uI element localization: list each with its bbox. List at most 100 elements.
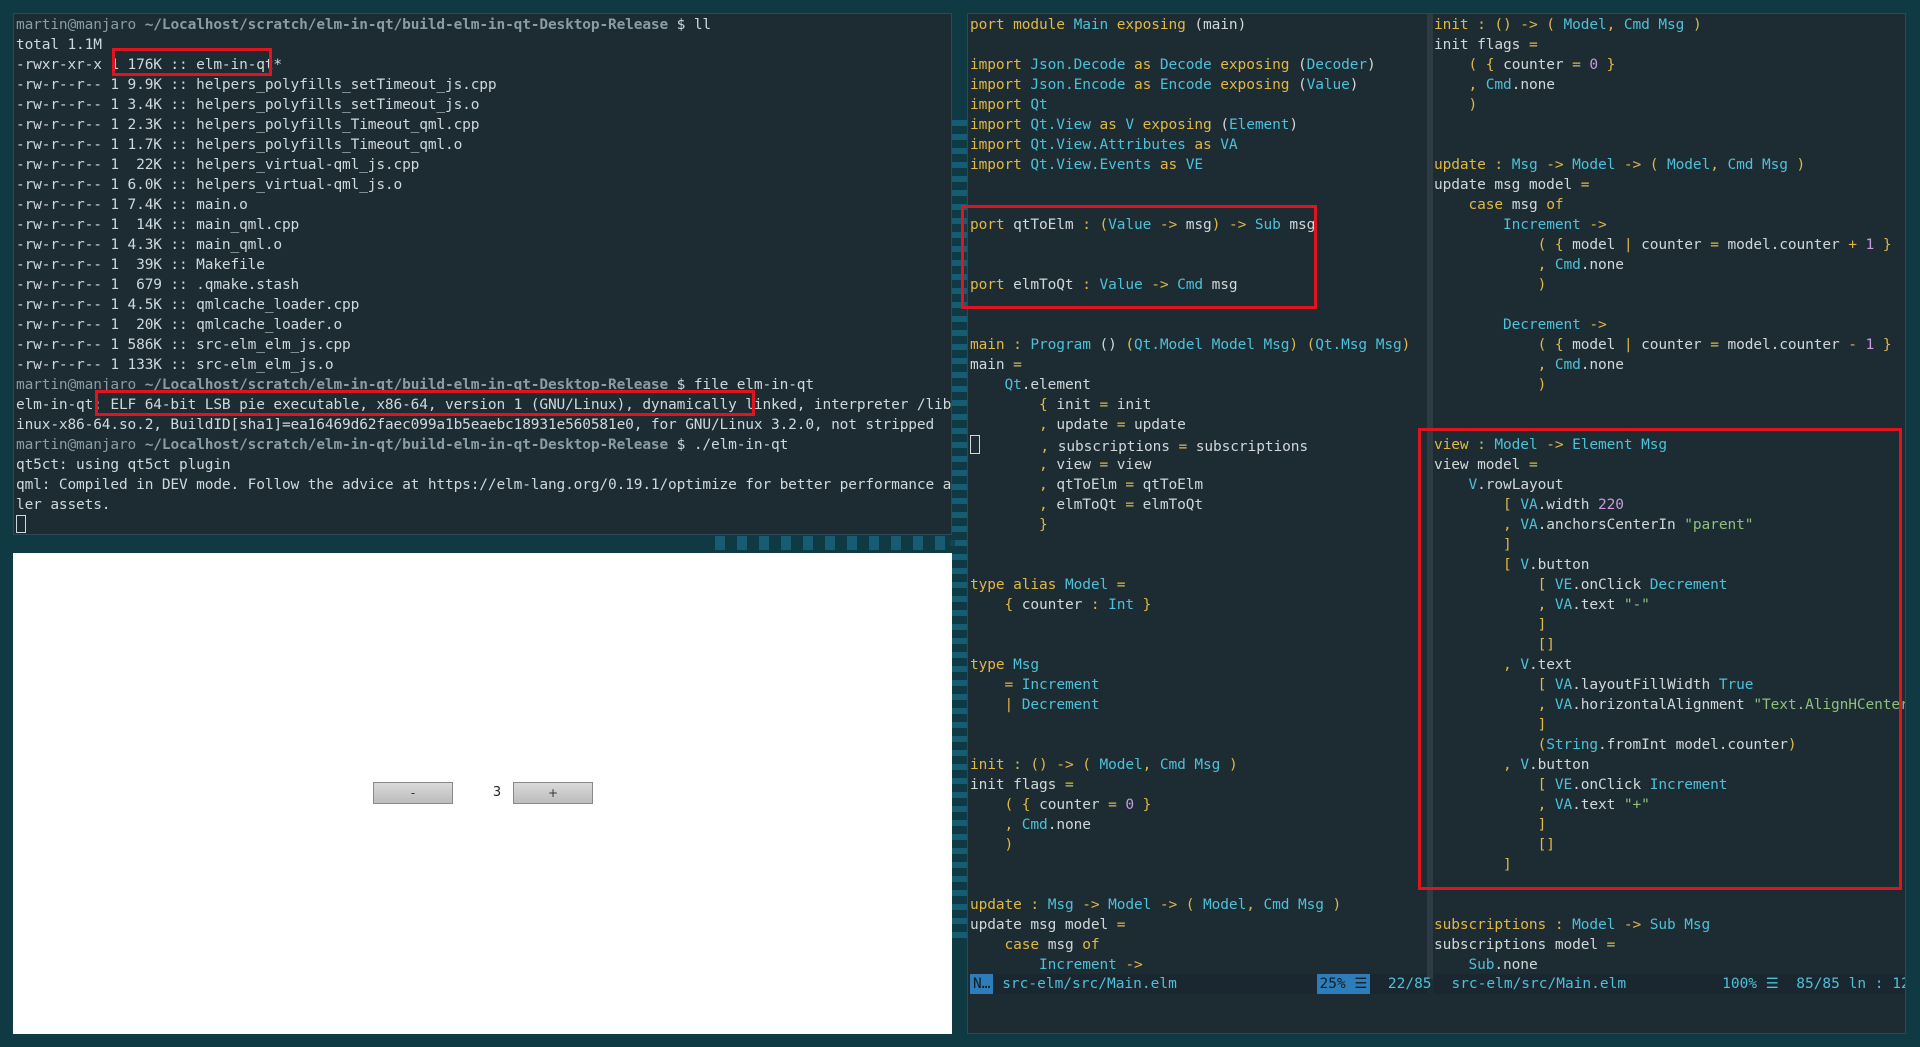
decrement-button[interactable]: -: [373, 782, 453, 804]
code-token: qtToElm: [1142, 477, 1204, 493]
code-token: Model: [1494, 437, 1538, 453]
code-line: import Qt.View as V exposing (Element): [970, 115, 1430, 135]
code-token: ,: [1246, 897, 1264, 913]
code-token: ,: [1537, 357, 1555, 373]
code-token: Element: [1228, 117, 1290, 133]
code-line: , Cmd.none: [1434, 355, 1905, 375]
terminal-output-line: -rw-r--r-- 1 39K :: Makefile: [16, 257, 265, 273]
code-token: Decode: [1159, 57, 1212, 73]
code-token: model: [1572, 337, 1624, 353]
code-token: .onClick: [1572, 777, 1650, 793]
code-token: =: [1099, 457, 1117, 473]
code-line: , VA.text "-": [1434, 595, 1905, 615]
code-token: ->: [1580, 217, 1607, 233]
code-token: case: [1004, 937, 1048, 953]
code-token: }: [1039, 517, 1048, 533]
code-token: [: [1537, 577, 1555, 593]
terminal-output-line: -rw-r--r-- 1 4.5K :: qmlcache_loader.cpp: [16, 297, 360, 313]
code-token: V: [1520, 657, 1529, 673]
code-token: port module: [970, 17, 1074, 33]
code-line: case msg of: [970, 935, 1430, 955]
code-token: Cmd Msg: [1623, 17, 1685, 33]
code-token: [: [1503, 497, 1521, 513]
counter-value: 3: [492, 785, 502, 800]
terminal-output-line: qml: Compiled in DEV mode. Follow the ad…: [16, 477, 952, 493]
code-line: , Cmd.none: [1434, 255, 1905, 275]
prompt-command: $ file elm-in-qt: [668, 377, 814, 393]
code-token: (: [1220, 117, 1229, 133]
vim-editor[interactable]: port module Main exposing (main) import …: [967, 13, 1906, 1034]
code-token: exposing: [1211, 77, 1298, 93]
code-token: init flags: [1434, 37, 1529, 53]
code-token: ,: [1039, 457, 1057, 473]
code-token: ,: [1537, 697, 1555, 713]
elm-in-qt-app-window: - 3 +: [13, 553, 952, 1034]
code-token: model.counter: [1727, 337, 1849, 353]
code-token: ,: [1503, 517, 1521, 533]
code-token: String: [1546, 737, 1598, 753]
code-token: elmToQt: [1142, 497, 1204, 513]
code-line: }: [970, 515, 1430, 535]
code-token: (: [1194, 17, 1204, 33]
terminal-cursor: [16, 515, 26, 533]
split-divider[interactable]: [1427, 14, 1433, 979]
code-token: 0: [1125, 797, 1135, 813]
code-line: port qtToElm : (Value -> msg) -> Sub msg: [970, 215, 1430, 235]
file-name: src-elm/src/Main.elm: [1451, 976, 1627, 992]
code-token: Model: [1203, 897, 1247, 913]
code-token: =: [1108, 577, 1126, 593]
code-line: , V.text: [1434, 655, 1905, 675]
code-token: .none: [1580, 357, 1624, 373]
code-token: ): [1468, 97, 1478, 113]
code-token: Program: [1030, 337, 1091, 353]
code-token: =: [1116, 417, 1134, 433]
code-line: ( { model | counter = model.counter + 1 …: [1434, 235, 1905, 255]
code-line: import Qt.View.Events as VE: [970, 155, 1430, 175]
code-token: update msg model: [970, 917, 1117, 933]
code-token: ,: [1606, 17, 1624, 33]
increment-button[interactable]: +: [513, 782, 593, 804]
code-token: :: [1082, 277, 1100, 293]
code-token: Model: [1064, 577, 1109, 593]
code-token: Element Msg: [1572, 437, 1668, 453]
code-token: ,: [1142, 757, 1160, 773]
code-token: V: [1520, 757, 1529, 773]
code-line: , view = view: [970, 455, 1430, 475]
code-token: =: [1528, 37, 1538, 53]
code-token: Cmd: [1554, 357, 1581, 373]
code-token: ( {: [1468, 57, 1504, 73]
code-token: ): [1537, 377, 1547, 393]
code-token: Increment: [1503, 217, 1581, 233]
code-token: main: [970, 337, 1014, 353]
code-token: () -> (: [1494, 17, 1564, 33]
terminal-output-line: inux-x86-64.so.2, BuildID[sha1]=ea16469d…: [16, 417, 935, 433]
code-token: Cmd: [1021, 817, 1048, 833]
code-line: []: [1434, 835, 1905, 855]
code-line: update : Msg -> Model -> ( Model, Cmd Ms…: [970, 895, 1430, 915]
editor-split-left[interactable]: port module Main exposing (main) import …: [970, 14, 1430, 975]
code-token: =: [1606, 937, 1616, 953]
code-token: Increment: [1021, 677, 1100, 693]
code-token: msg: [1511, 197, 1547, 213]
code-line: , VA.text "+": [1434, 795, 1905, 815]
code-token: exposing: [1211, 57, 1298, 73]
terminal-window[interactable]: martin@manjaro ~/Localhost/scratch/elm-i…: [13, 13, 952, 535]
code-token: "-": [1623, 597, 1650, 613]
editor-split-right[interactable]: init : () -> ( Model, Cmd Msg ) init flag…: [1434, 14, 1905, 975]
code-line: subscriptions : Model -> Sub Msg: [1434, 915, 1905, 935]
code-token: VE: [1185, 157, 1204, 173]
terminal-output-line: elm-in-qt: ELF 64-bit LSB pie executable…: [16, 397, 952, 413]
